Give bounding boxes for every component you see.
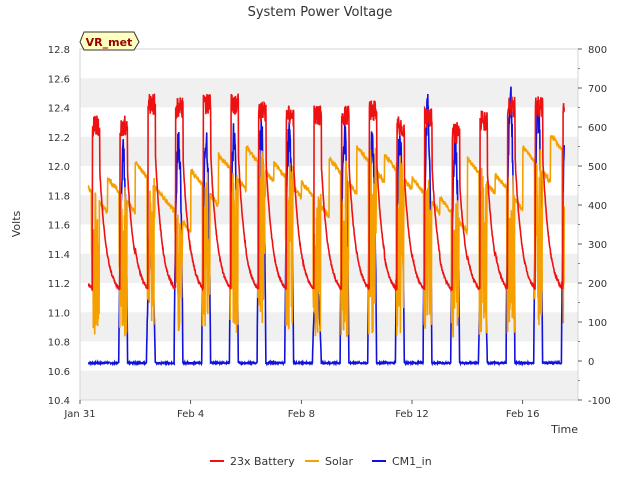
y2-tick-label: 300	[588, 240, 607, 251]
chart: System Power Voltage 10.4 10.6 10.8 11.0 11.…	[10, 5, 611, 468]
site-badge-label: VR_met	[86, 36, 133, 49]
y2-tick-label: 500	[588, 162, 607, 173]
x-axis: Jan 31 Feb 4 Feb 8 Feb 12 Feb 16	[63, 400, 539, 420]
y-axis-right: -100 0 100 200 300 400 500 600 700 800	[578, 45, 611, 407]
chart-title: System Power Voltage	[248, 5, 393, 20]
y-tick-label: 11.8	[48, 191, 70, 202]
y-tick-label: 12.8	[48, 45, 70, 56]
legend: 23x Battery Solar CM1_in	[210, 455, 432, 468]
x-tick-label: Jan 31	[63, 409, 95, 420]
y-tick-label: 11.6	[48, 221, 70, 232]
y-tick-label: 11.0	[48, 308, 70, 319]
y2-tick-label: -100	[588, 396, 611, 407]
y-axis-left: 10.4 10.6 10.8 11.0 11.2 11.4 11.6 11.8 12.0 12.2…	[48, 45, 70, 407]
y2-tick-label: 700	[588, 84, 607, 95]
y-tick-label: 10.4	[48, 396, 70, 407]
x-tick-label: Feb 12	[395, 409, 429, 420]
y-tick-label: 10.8	[48, 338, 70, 349]
y2-tick-label: 400	[588, 201, 607, 212]
x-tick-label: Feb 16	[506, 409, 540, 420]
y2-tick-label: 0	[588, 357, 594, 368]
y-tick-label: 11.4	[48, 250, 70, 261]
grid-band	[80, 370, 578, 400]
y2-tick-label: 100	[588, 318, 607, 329]
y-tick-label: 12.6	[48, 74, 70, 85]
legend-label: CM1_in	[392, 455, 432, 468]
y-tick-label: 11.2	[48, 279, 70, 290]
y2-tick-label: 800	[588, 45, 607, 56]
site-badge: VR_met	[79, 31, 140, 51]
y-tick-label: 12.4	[48, 104, 70, 115]
x-tick-label: Feb 4	[177, 409, 204, 420]
y-axis-label: Volts	[10, 210, 23, 237]
legend-label: Solar	[325, 455, 354, 468]
legend-label: 23x Battery	[230, 455, 295, 468]
y-tick-label: 10.6	[48, 367, 70, 378]
y2-tick-label: 600	[588, 123, 607, 134]
x-tick-label: Feb 8	[288, 409, 315, 420]
y-tick-label: 12.2	[48, 133, 70, 144]
y-tick-label: 12.0	[48, 162, 70, 173]
x-axis-label: Time	[550, 423, 578, 436]
y2-tick-label: 200	[588, 279, 607, 290]
